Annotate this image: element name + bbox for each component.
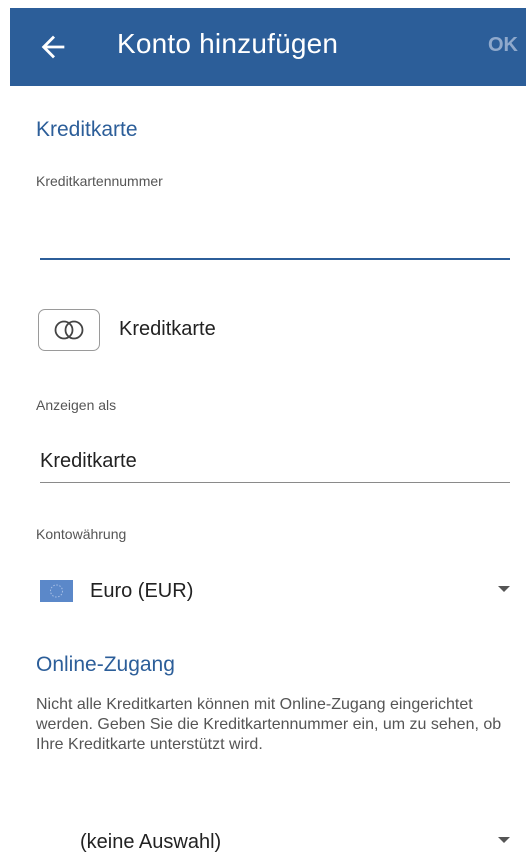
page-title: Konto hinzufügen [117,28,339,59]
app-bar: Konto hinzufügen OK [10,8,526,86]
online-access-description: Nicht alle Kreditkarten können mit Onlin… [36,696,502,753]
currency-value: Euro (EUR) [90,580,194,602]
display-as-value: Kreditkarte [40,450,137,472]
chevron-down-icon [498,586,510,592]
card-number-input[interactable] [40,214,510,254]
online-access-value: (keine Auswahl) [80,831,222,853]
credit-card-icon [54,320,84,340]
card-type-label: Kreditkarte [119,318,216,340]
online-access-select[interactable]: (keine Auswahl) [40,823,510,863]
currency-select[interactable]: Euro (EUR) [40,574,510,614]
currency-label: Kontowährung [36,526,127,542]
card-number-field[interactable] [40,214,510,260]
chevron-down-icon [498,837,510,843]
arrow-left-icon[interactable] [36,30,70,64]
credit-card-section-title: Kreditkarte [36,118,138,141]
display-as-field[interactable]: Kreditkarte [40,440,510,483]
display-as-label: Anzeigen als [36,397,117,413]
card-type-button[interactable] [38,309,100,351]
eu-flag-icon [40,580,73,602]
card-number-label: Kreditkartennummer [36,173,163,189]
online-access-section-title: Online-Zugang [36,653,175,676]
ok-button[interactable]: OK [488,34,518,57]
